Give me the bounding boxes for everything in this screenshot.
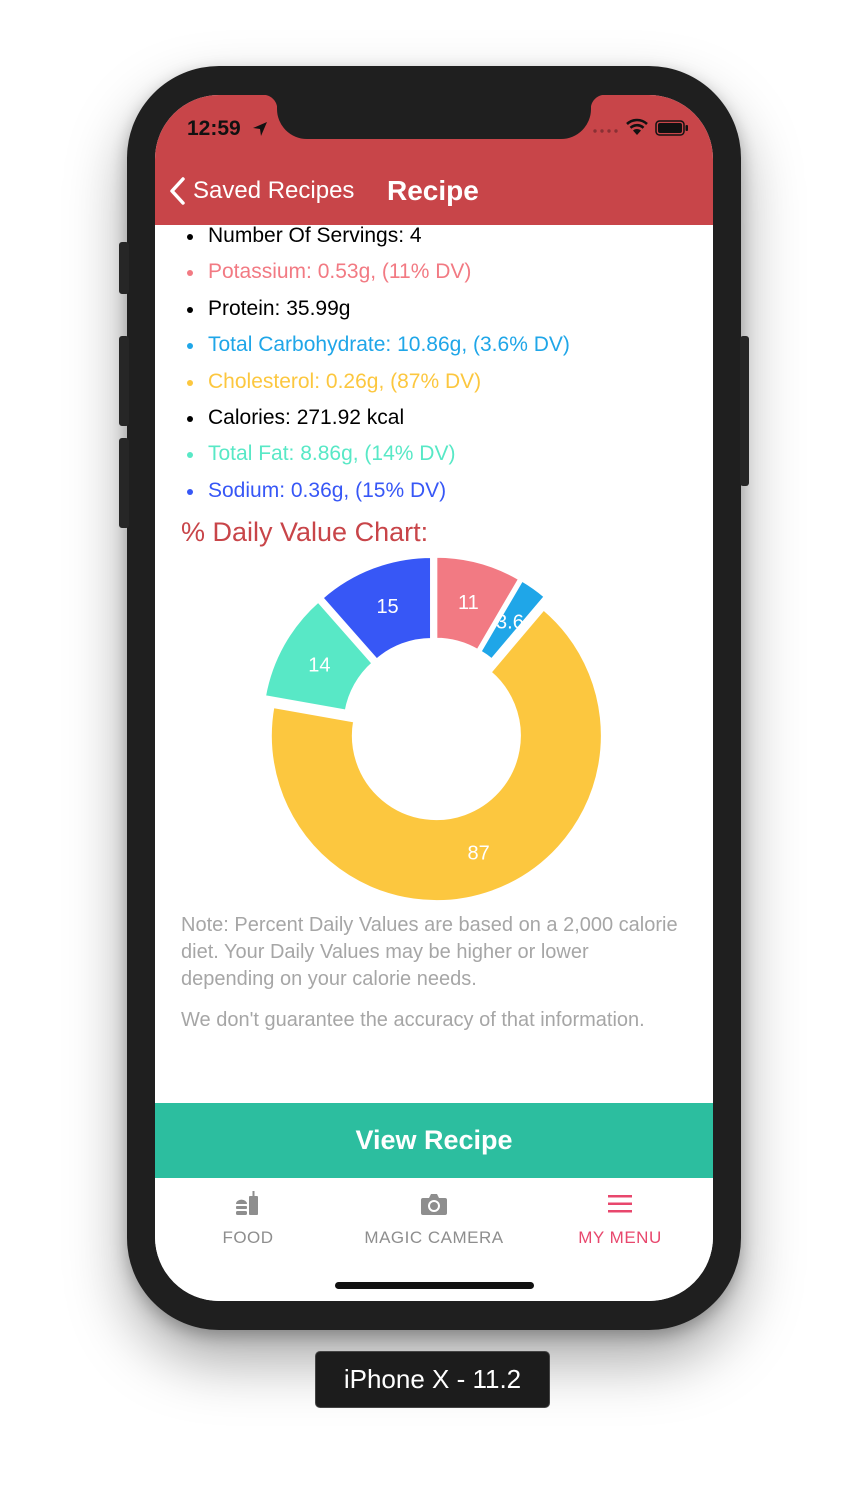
chart-title: % Daily Value Chart: (181, 517, 429, 547)
nutrient-item: Calories: 271.92 kcal (183, 405, 570, 443)
chart-slice-label: 14 (308, 655, 330, 677)
silent-switch (119, 242, 129, 294)
location-arrow-icon (253, 122, 267, 136)
nutrient-text: Protein: 35.99g (208, 296, 351, 320)
nutrient-item: Sodium: 0.36g, (15% DV) (183, 478, 570, 516)
back-button[interactable]: Saved Recipes (169, 173, 354, 209)
accuracy-disclaimer: We don't guarantee the accuracy of that … (181, 1009, 645, 1031)
display-notch (263, 95, 605, 139)
nutrient-text: Cholesterol: 0.26g, (87% DV) (208, 369, 482, 393)
bullet-dot-icon (187, 234, 193, 240)
nutrient-text: Total Fat: 8.86g, (14% DV) (208, 442, 456, 466)
camera-icon (421, 1194, 447, 1215)
nutrient-item: Total Carbohydrate: 10.86g, (3.6% DV) (183, 334, 570, 370)
nutrient-text: Potassium: 0.53g, (11% DV) (208, 260, 472, 284)
menu-icon (608, 1195, 632, 1213)
bullet-dot-icon (187, 306, 193, 313)
chart-slice-label: 3.6 (496, 612, 524, 634)
chart-slice-label: 15 (376, 596, 398, 618)
chevron-left-icon (170, 177, 185, 205)
home-indicator[interactable] (335, 1282, 534, 1289)
bullet-dot-icon (187, 343, 193, 350)
device-label: iPhone X - 11.2 (315, 1351, 550, 1408)
tab-food-label: FOOD (222, 1228, 274, 1247)
bullet-dot-icon (187, 488, 193, 495)
nutrient-item: Number Of Servings: 4 (183, 225, 570, 261)
tab-food[interactable]: FOOD (155, 1178, 341, 1258)
nutrient-text: Total Carbohydrate: 10.86g, (3.6% DV) (208, 333, 570, 357)
wifi-icon (626, 118, 648, 135)
chart-slice-label: 11 (458, 592, 479, 614)
nutrient-text: Calories: 271.92 kcal (208, 405, 405, 429)
volume-up-button (119, 336, 129, 426)
food-icon (236, 1191, 258, 1215)
daily-value-note: Note: Percent Daily Values are based on … (181, 914, 678, 990)
nutrient-text: Sodium: 0.36g, (15% DV) (208, 478, 447, 502)
bullet-dot-icon (187, 379, 193, 386)
navigation-header: 12:59 Saved Recipes Recipe (155, 95, 713, 225)
bullet-dot-icon (187, 415, 193, 422)
battery-icon (655, 120, 688, 136)
nutrient-item: Protein: 35.99g (183, 296, 570, 334)
signal-dots-icon (593, 129, 618, 133)
app-screen: 12:59 Saved Recipes Recipe Number Of Ser… (155, 95, 713, 1301)
bullet-dot-icon (187, 452, 193, 459)
nutrient-item: Potassium: 0.53g, (11% DV) (183, 261, 570, 297)
nutrient-item: Cholesterol: 0.26g, (87% DV) (183, 369, 570, 407)
status-time: 12:59 (187, 117, 241, 140)
daily-value-donut-chart: 11 3.6 87 14 15 (262, 557, 604, 902)
nutrient-item: Total Fat: 8.86g, (14% DV) (183, 443, 570, 479)
back-button-label: Saved Recipes (193, 177, 355, 204)
nutrient-list: Number Of Servings: 4 Potassium: 0.53g, (… (183, 225, 570, 516)
tab-magic-camera-label: MAGIC CAMERA (364, 1228, 504, 1247)
tab-my-menu[interactable]: MY MENU (527, 1178, 713, 1258)
tab-my-menu-label: MY MENU (578, 1228, 662, 1247)
view-recipe-button[interactable]: View Recipe (155, 1103, 713, 1178)
bullet-dot-icon (187, 270, 193, 277)
chart-slice-label: 87 (468, 843, 490, 865)
nutrient-text: Number Of Servings: 4 (208, 225, 422, 247)
recipe-content[interactable]: Number Of Servings: 4 Potassium: 0.53g, (… (155, 225, 713, 1103)
tab-magic-camera[interactable]: MAGIC CAMERA (341, 1178, 527, 1258)
page-title: Recipe (387, 175, 479, 206)
volume-down-button (119, 438, 129, 528)
power-button (740, 336, 749, 486)
